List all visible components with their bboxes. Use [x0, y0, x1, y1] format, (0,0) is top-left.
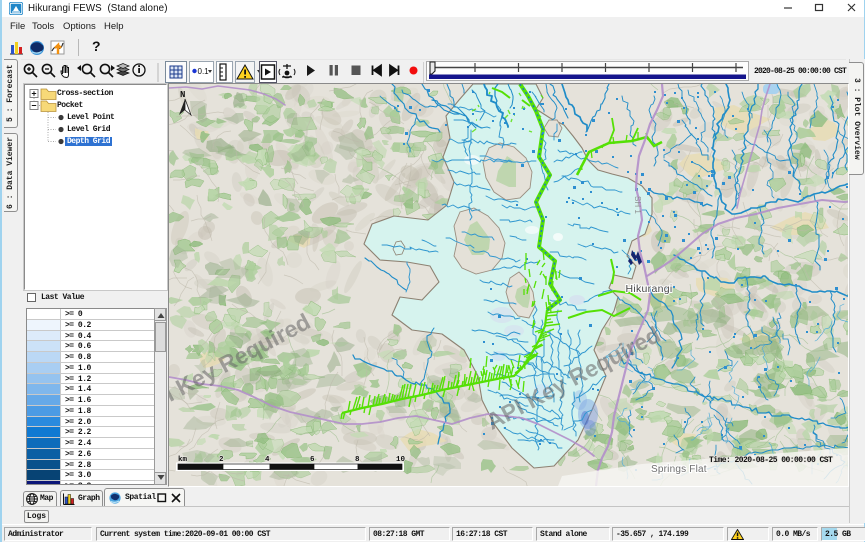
svg-text:SH 1: SH 1	[633, 196, 642, 214]
svg-text:N: N	[180, 90, 185, 100]
svg-text:Time: 2020-08-25 00:00:00 CST: Time: 2020-08-25 00:00:00 CST	[709, 456, 833, 465]
svg-text:0.1: 0.1	[198, 67, 210, 76]
svg-text:Springs Flat: Springs Flat	[651, 464, 707, 475]
svg-text:8: 8	[355, 456, 360, 464]
svg-text:2: 2	[219, 456, 224, 464]
svg-text:6: 6	[310, 456, 315, 464]
svg-text:10: 10	[396, 456, 406, 464]
svg-text:km: km	[178, 456, 188, 464]
svg-text:4: 4	[265, 456, 270, 464]
svg-text:Hikurangi: Hikurangi	[625, 283, 672, 295]
